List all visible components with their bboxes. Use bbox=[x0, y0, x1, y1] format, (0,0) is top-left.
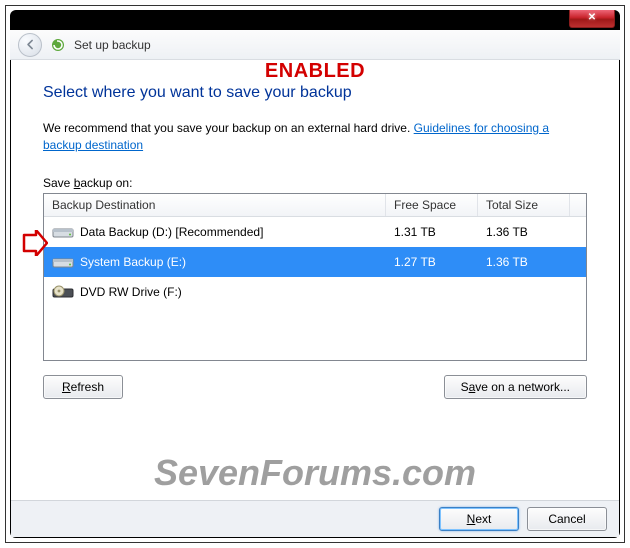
hard-drive-icon bbox=[52, 224, 74, 240]
drive-list-header: Backup Destination Free Space Total Size bbox=[44, 194, 586, 217]
drive-name: DVD RW Drive (F:) bbox=[80, 285, 182, 299]
button-row: Refresh Save on a network... bbox=[43, 375, 587, 399]
content-area: ENABLED Select where you want to save yo… bbox=[11, 60, 619, 500]
drive-free-space: 1.31 TB bbox=[386, 225, 478, 239]
drive-free-space: 1.27 TB bbox=[386, 255, 478, 269]
recommend-text-body: We recommend that you save your backup o… bbox=[43, 121, 414, 135]
col-header-total-size[interactable]: Total Size bbox=[478, 194, 570, 216]
recommend-text: We recommend that you save your backup o… bbox=[43, 120, 587, 154]
titlebar: ✕ bbox=[10, 10, 620, 30]
back-button[interactable] bbox=[18, 33, 42, 57]
arrow-left-icon bbox=[24, 38, 37, 51]
drive-row[interactable]: System Backup (E:) 1.27 TB1.36 TB bbox=[44, 247, 586, 277]
next-button[interactable]: Next bbox=[439, 507, 519, 531]
drive-row[interactable]: DVD RW Drive (F:) bbox=[44, 277, 586, 307]
hard-drive-icon bbox=[52, 254, 74, 270]
save-backup-on-label: Save backup on: bbox=[43, 176, 587, 190]
drive-list: Backup Destination Free Space Total Size… bbox=[43, 193, 587, 361]
backup-wizard-icon bbox=[50, 37, 66, 53]
drive-name: Data Backup (D:) [Recommended] bbox=[80, 225, 263, 239]
col-header-free-space[interactable]: Free Space bbox=[386, 194, 478, 216]
enabled-annotation: ENABLED bbox=[11, 60, 619, 83]
dvd-drive-icon bbox=[52, 284, 74, 300]
col-header-destination[interactable]: Backup Destination bbox=[44, 194, 386, 216]
drive-row[interactable]: Data Backup (D:) [Recommended] 1.31 TB1.3… bbox=[44, 217, 586, 247]
drive-name: System Backup (E:) bbox=[80, 255, 186, 269]
save-on-network-button[interactable]: Save on a network... bbox=[444, 375, 587, 399]
page-heading: Select where you want to save your backu… bbox=[43, 84, 587, 102]
cancel-button[interactable]: Cancel bbox=[527, 507, 607, 531]
header-strip: Set up backup bbox=[10, 30, 620, 60]
window-frame: ✕ Set up backup ENABLED Select where you… bbox=[10, 10, 620, 538]
close-button[interactable]: ✕ bbox=[569, 10, 615, 28]
footer-bar: Next Cancel bbox=[11, 500, 619, 537]
window-title: Set up backup bbox=[74, 38, 151, 52]
drive-total-size: 1.36 TB bbox=[478, 255, 570, 269]
refresh-button[interactable]: Refresh bbox=[43, 375, 123, 399]
drive-total-size: 1.36 TB bbox=[478, 225, 570, 239]
